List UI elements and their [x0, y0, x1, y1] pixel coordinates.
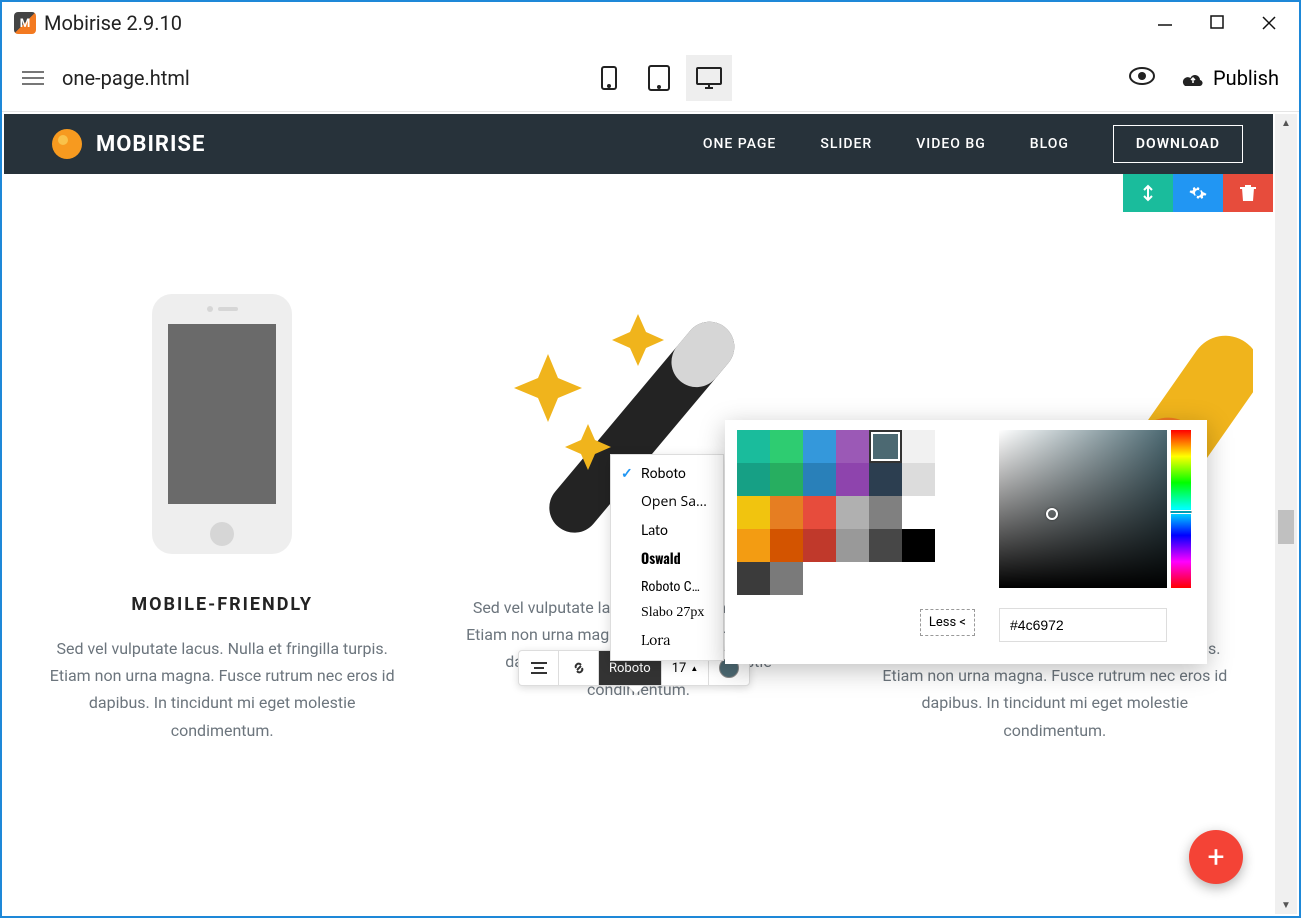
hue-slider[interactable]: [1171, 430, 1191, 588]
nav-link-slider[interactable]: SLIDER: [820, 136, 872, 152]
color-swatch[interactable]: [869, 463, 902, 496]
toolbar-pointer: [628, 686, 644, 694]
block-delete-button[interactable]: [1223, 174, 1273, 212]
hex-input[interactable]: [999, 608, 1167, 642]
device-desktop-button[interactable]: [686, 55, 732, 101]
block-settings-button[interactable]: [1173, 174, 1223, 212]
color-swatch[interactable]: [902, 430, 935, 463]
preview-eye-icon[interactable]: [1129, 67, 1155, 89]
maximize-button[interactable]: [1191, 4, 1243, 42]
font-option-roboto-c[interactable]: Roboto C…: [611, 574, 723, 600]
color-swatch[interactable]: [770, 463, 803, 496]
color-swatch[interactable]: [737, 529, 770, 562]
block-move-button[interactable]: [1123, 174, 1173, 212]
link-button[interactable]: [559, 651, 599, 685]
color-swatch[interactable]: [869, 430, 902, 463]
add-block-fab[interactable]: +: [1189, 830, 1243, 884]
color-swatch[interactable]: [737, 430, 770, 463]
less-colors-button[interactable]: Less <: [920, 609, 975, 636]
color-swatch[interactable]: [770, 430, 803, 463]
color-swatch[interactable]: [869, 529, 902, 562]
phone-icon: [24, 274, 420, 574]
font-option-slabo[interactable]: Slabo 27px: [611, 600, 723, 626]
device-tablet-button[interactable]: [636, 55, 682, 101]
color-swatch[interactable]: [836, 430, 869, 463]
nav-link-one-page[interactable]: ONE PAGE: [703, 136, 777, 152]
color-swatch[interactable]: [869, 496, 902, 529]
color-swatch[interactable]: [803, 463, 836, 496]
menu-hamburger-icon[interactable]: [22, 71, 44, 85]
color-swatch[interactable]: [902, 496, 935, 529]
publish-label: Publish: [1213, 66, 1279, 90]
color-swatch[interactable]: [803, 529, 836, 562]
scroll-thumb[interactable]: [1278, 510, 1294, 544]
font-option-lora[interactable]: Lora: [611, 626, 723, 654]
window-titlebar: M Mobirise 2.9.10: [2, 2, 1299, 44]
brand-logo-icon[interactable]: [52, 129, 82, 159]
scroll-up-arrow[interactable]: ▲: [1275, 114, 1297, 132]
color-swatch[interactable]: [803, 496, 836, 529]
color-swatch[interactable]: [737, 496, 770, 529]
app-toolbar: one-page.html Publish: [2, 44, 1299, 112]
font-option-oswald[interactable]: Oswald: [611, 543, 723, 574]
site-navbar: MOBIRISE ONE PAGE SLIDER VIDEO BG BLOG D…: [4, 114, 1273, 174]
font-option-lato[interactable]: Lato: [611, 516, 723, 543]
feature-title-1[interactable]: MOBILE-FRIENDLY: [24, 594, 420, 615]
color-swatch[interactable]: [737, 463, 770, 496]
align-button[interactable]: [519, 651, 559, 685]
font-option-open-sans[interactable]: Open Sa…: [611, 487, 723, 516]
feature-body-1[interactable]: Sed vel vulputate lacus. Nulla et fringi…: [24, 635, 420, 744]
color-swatch[interactable]: [836, 529, 869, 562]
swatch-grid: [737, 430, 977, 595]
font-option-roboto[interactable]: Roboto: [611, 461, 723, 487]
minimize-button[interactable]: [1139, 4, 1191, 42]
window-title: Mobirise 2.9.10: [44, 11, 182, 35]
saturation-value-box[interactable]: [999, 430, 1167, 588]
device-mobile-button[interactable]: [586, 55, 632, 101]
app-icon: M: [14, 12, 36, 34]
color-swatch[interactable]: [902, 463, 935, 496]
block-tools: [1123, 174, 1273, 212]
cloud-upload-icon: [1181, 69, 1205, 87]
nav-link-blog[interactable]: BLOG: [1030, 136, 1069, 152]
sv-cursor[interactable]: [1046, 508, 1058, 520]
feature-col-1: MOBILE-FRIENDLY Sed vel vulputate lacus.…: [24, 274, 420, 744]
font-dropdown: Roboto Open Sa… Lato Oswald Roboto C… Sl…: [610, 454, 724, 661]
brand-name[interactable]: MOBIRISE: [96, 132, 205, 157]
close-button[interactable]: [1243, 4, 1295, 42]
color-swatch[interactable]: [803, 430, 836, 463]
page-filename[interactable]: one-page.html: [62, 66, 190, 90]
color-swatch[interactable]: [737, 562, 770, 595]
color-swatch[interactable]: [770, 529, 803, 562]
color-swatch[interactable]: [770, 496, 803, 529]
color-swatch[interactable]: [770, 562, 803, 595]
hue-handle[interactable]: [1169, 510, 1193, 514]
vertical-scrollbar[interactable]: ▲ ▼: [1275, 114, 1297, 914]
color-swatch[interactable]: [902, 529, 935, 562]
scroll-down-arrow[interactable]: ▼: [1275, 896, 1297, 914]
publish-button[interactable]: Publish: [1181, 66, 1279, 90]
color-swatch[interactable]: [836, 463, 869, 496]
nav-link-video-bg[interactable]: VIDEO BG: [916, 136, 986, 152]
color-swatch[interactable]: [836, 496, 869, 529]
nav-cta-download[interactable]: DOWNLOAD: [1113, 125, 1243, 163]
color-picker-panel: Less <: [725, 420, 1207, 664]
